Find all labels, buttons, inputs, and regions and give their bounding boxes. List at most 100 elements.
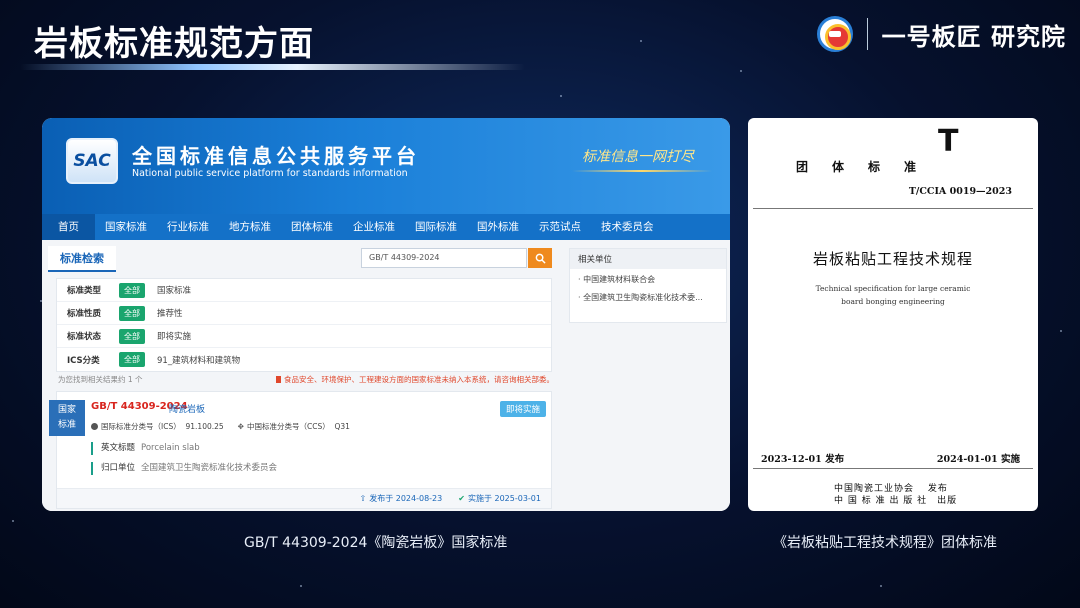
filter-all-button[interactable]: 全部: [119, 328, 145, 344]
nav-item-pilot[interactable]: 示范试点: [529, 214, 591, 240]
sac-header: SAC 全国标准信息公共服务平台 National public service…: [42, 118, 730, 214]
english-title-value: Porcelain slab: [141, 443, 200, 453]
nav-item-national[interactable]: 国家标准: [95, 214, 157, 240]
publish-date-text: 发布于 2024-08-23: [369, 494, 443, 503]
star: [300, 585, 302, 587]
result-meta: 国际标准分类号（ICS） 91.100.25 ✥ 中国标准分类号（CCS） Q31: [91, 421, 350, 432]
cover-letter: T: [938, 124, 959, 159]
nav-item-enterprise[interactable]: 企业标准: [343, 214, 405, 240]
related-item-label: 中国建筑材料联合会: [583, 275, 656, 284]
related-units-panel: 相关单位 · 中国建筑材料联合会 · 全国建筑卫生陶瓷标准化技术委...: [569, 248, 727, 323]
publish-date: ⇧ 发布于 2024-08-23: [360, 493, 443, 504]
cover-english-title: Technical specification for large cerami…: [815, 284, 971, 293]
ccs-value: Q31: [334, 422, 350, 431]
slogan-underline: [572, 170, 712, 172]
cover-publisher: 中 国 标 准 出 版 社 出版: [834, 496, 958, 506]
status-badge: 即将实施: [500, 401, 547, 417]
ccs-label: 中国标准分类号（CCS）: [246, 422, 330, 431]
nav-item-local[interactable]: 地方标准: [219, 214, 281, 240]
search-input[interactable]: GB/T 44309-2024: [361, 248, 527, 268]
ics-value: 91.100.25: [185, 422, 224, 431]
sac-body: 标准检索 GB/T 44309-2024 标准类型 全部 国家标准 标准性质 全…: [42, 240, 730, 511]
unit-value: 全国建筑卫生陶瓷标准化技术委员会: [141, 463, 278, 473]
star: [880, 585, 882, 587]
nav-item-foreign[interactable]: 国外标准: [467, 214, 529, 240]
standard-type-badge: 国家 标准: [49, 400, 85, 436]
caption-left: GB/T 44309-2024《陶瓷岩板》国家标准: [244, 535, 508, 551]
cover-publish-date: 2023-12-01 发布: [761, 454, 845, 465]
result-footer: ⇧ 发布于 2024-08-23 ✔ 实施于 2025-03-01: [57, 488, 551, 508]
caption-right: 《岩板粘贴工程技术规程》团体标准: [773, 535, 997, 551]
star: [640, 40, 642, 42]
badge-line: 国家: [57, 405, 76, 415]
star: [740, 70, 742, 72]
notice-label: 食品安全、环境保护、工程建设方面的国家标准未纳入本系统，请咨询相关部委。: [284, 375, 554, 384]
filter-option[interactable]: 91_建筑材料和建筑物: [157, 354, 240, 366]
brand: 一号板匠 研究院: [816, 16, 1066, 52]
implement-date-text: 实施于 2025-03-01: [467, 494, 541, 503]
unit-label: 归口单位: [101, 463, 136, 473]
globe-icon: [91, 423, 98, 430]
filter-row: 标准状态 全部 即将实施: [57, 325, 551, 348]
filter-label: 标准类型: [67, 286, 102, 296]
filter-all-button[interactable]: 全部: [119, 282, 145, 298]
filter-all-button[interactable]: 全部: [119, 352, 145, 367]
sac-title: 全国标准信息公共服务平台: [132, 144, 420, 168]
filter-label: 标准性质: [67, 309, 102, 319]
brand-logo-icon: [816, 16, 853, 52]
notice-text: 食品安全、环境保护、工程建设方面的国家标准未纳入本系统，请咨询相关部委。: [276, 374, 554, 385]
related-title: 相关单位: [570, 249, 726, 269]
nav-item-committee[interactable]: 技术委员会: [591, 214, 664, 240]
result-name-link[interactable]: 陶瓷岩板: [169, 402, 205, 415]
sac-slogan: 标准信息一网打尽: [582, 149, 694, 165]
star: [1060, 330, 1062, 332]
related-item[interactable]: · 中国建筑材料联合会: [570, 269, 726, 287]
related-item[interactable]: · 全国建筑卫生陶瓷标准化技术委...: [570, 287, 726, 305]
cover-divider: [753, 208, 1033, 209]
badge-line: 标准: [57, 420, 76, 430]
ccs-info: ✥ 中国标准分类号（CCS） Q31: [238, 421, 350, 432]
implement-date: ✔ 实施于 2025-03-01: [458, 493, 541, 504]
flag-icon: [276, 376, 281, 383]
upload-icon: ⇧: [359, 494, 367, 503]
filter-option[interactable]: 推荐性: [157, 307, 183, 319]
brand-divider: [866, 18, 868, 50]
cover-divider: [753, 468, 1033, 469]
unit-row: 归口单位 全国建筑卫生陶瓷标准化技术委员会: [91, 462, 277, 475]
search-button[interactable]: [528, 248, 552, 268]
filter-option[interactable]: 国家标准: [157, 284, 191, 296]
slide-title: 岩板标准规范方面: [34, 24, 314, 64]
cover-category: 团体标准: [796, 160, 941, 174]
sac-subtitle: National public service platform for sta…: [132, 168, 408, 179]
nav-item-home[interactable]: 首页: [42, 214, 95, 240]
nav-item-group[interactable]: 团体标准: [281, 214, 343, 240]
search-icon: [535, 253, 546, 264]
filter-row: 标准类型 全部 国家标准: [57, 279, 551, 302]
standard-cover: T 团体标准 T/CCIA 0019—2023 岩板粘贴工程技术规程 Techn…: [748, 118, 1038, 511]
nav-item-international[interactable]: 国际标准: [405, 214, 467, 240]
cover-implement-date: 2024-01-01 实施: [936, 454, 1020, 465]
brand-name: 一号板匠 研究院: [881, 21, 1066, 51]
nav-item-industry[interactable]: 行业标准: [157, 214, 219, 240]
sac-logo[interactable]: SAC: [66, 138, 118, 184]
filter-option[interactable]: 即将实施: [157, 330, 191, 342]
grid-icon: ✥: [237, 422, 244, 431]
sac-nav: 首页 国家标准 行业标准 地方标准 团体标准 企业标准 国际标准 国外标准 示范…: [42, 214, 730, 240]
ics-info: 国际标准分类号（ICS） 91.100.25: [91, 421, 224, 432]
english-title-row: 英文标题 Porcelain slab: [91, 442, 200, 455]
related-item-label: 全国建筑卫生陶瓷标准化技术委...: [583, 293, 703, 302]
filter-row: ICS分类 全部 91_建筑材料和建筑物: [57, 348, 551, 371]
ics-label: 国际标准分类号（ICS）: [101, 422, 181, 431]
cover-title: 岩板粘贴工程技术规程: [812, 250, 973, 268]
star: [12, 520, 14, 522]
filter-list: 标准类型 全部 国家标准 标准性质 全部 推荐性 标准状态 全部 即将实施 IC…: [56, 278, 552, 372]
filter-row: 标准性质 全部 推荐性: [57, 302, 551, 325]
star: [560, 95, 562, 97]
cover-code: T/CCIA 0019—2023: [908, 186, 1012, 197]
result-card[interactable]: 国家 标准 GB/T 44309-2024 陶瓷岩板 即将实施 国际标准分类号（…: [49, 391, 552, 509]
filter-label: ICS分类: [67, 355, 100, 366]
tab-standard-search[interactable]: 标准检索: [48, 246, 116, 272]
title-underline: [20, 64, 525, 70]
filter-all-button[interactable]: 全部: [119, 305, 145, 321]
sac-screenshot: SAC 全国标准信息公共服务平台 National public service…: [42, 118, 730, 511]
